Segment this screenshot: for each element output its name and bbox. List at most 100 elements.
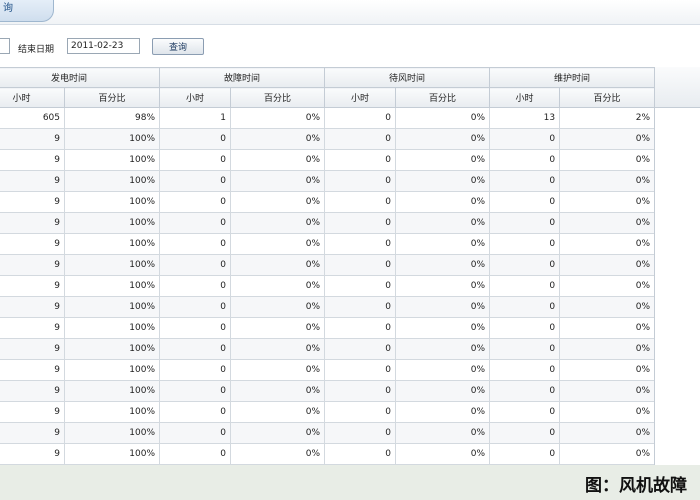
table-row[interactable]: 9100%00%00%00%	[0, 443, 656, 465]
percent-cell: 100%	[63, 191, 161, 213]
hours-cell: 9	[0, 338, 65, 360]
percent-cell: 0%	[395, 233, 491, 255]
percent-cell: 0%	[559, 422, 656, 444]
percent-cell: 100%	[63, 128, 161, 150]
percent-cell: 0%	[395, 254, 491, 276]
hours-cell: 0	[159, 401, 232, 423]
hours-cell: 0	[159, 359, 232, 381]
sub-header: 百分比	[63, 87, 161, 108]
percent-cell: 0%	[395, 380, 491, 402]
trailing-column	[654, 67, 700, 465]
table-row[interactable]: 9100%00%00%00%	[0, 338, 656, 360]
percent-cell: 0%	[395, 443, 491, 465]
hours-cell: 605	[0, 107, 65, 129]
sub-header: 百分比	[230, 87, 326, 108]
hours-cell: 0	[324, 233, 397, 255]
table-row[interactable]: 9100%00%00%00%	[0, 149, 656, 171]
percent-cell: 0%	[230, 191, 326, 213]
table-row[interactable]: 9100%00%00%00%	[0, 191, 656, 213]
hours-cell: 0	[159, 233, 232, 255]
table-row[interactable]: 9100%00%00%00%	[0, 359, 656, 381]
percent-cell: 0%	[395, 317, 491, 339]
percent-cell: 100%	[63, 380, 161, 402]
hours-cell: 0	[324, 380, 397, 402]
percent-cell: 100%	[63, 443, 161, 465]
table-row[interactable]: 9100%00%00%00%	[0, 401, 656, 423]
percent-cell: 0%	[230, 338, 326, 360]
hours-cell: 9	[0, 254, 65, 276]
percent-cell: 0%	[395, 212, 491, 234]
table-row[interactable]: 605 98% 1 0% 0 0% 13 2%	[0, 107, 656, 129]
sub-header-row: 小时 百分比 小时 百分比 小时 百分比 小时 百分比	[0, 87, 656, 108]
hours-cell: 9	[0, 275, 65, 297]
table-row[interactable]: 9100%00%00%00%	[0, 233, 656, 255]
hours-cell: 9	[0, 317, 65, 339]
end-date-input[interactable]	[67, 38, 140, 54]
sub-header: 百分比	[395, 87, 491, 108]
percent-cell: 0%	[559, 170, 656, 192]
hours-cell: 0	[324, 107, 397, 129]
percent-cell: 0%	[559, 443, 656, 465]
query-button[interactable]: 查询	[152, 38, 204, 55]
group-header: 维护时间	[489, 67, 656, 88]
hours-cell: 0	[489, 380, 561, 402]
hours-cell: 9	[0, 422, 65, 444]
percent-cell: 0%	[559, 359, 656, 381]
table-row[interactable]: 9100%00%00%00%	[0, 128, 656, 150]
percent-cell: 98%	[63, 107, 161, 129]
percent-cell: 0%	[230, 212, 326, 234]
table-row[interactable]: 9100%00%00%00%	[0, 422, 656, 444]
start-date-input[interactable]	[0, 38, 10, 54]
percent-cell: 100%	[63, 170, 161, 192]
table-row[interactable]: 9100%00%00%00%	[0, 212, 656, 234]
percent-cell: 2%	[559, 107, 656, 129]
percent-cell: 0%	[395, 275, 491, 297]
percent-cell: 100%	[63, 317, 161, 339]
percent-cell: 0%	[230, 401, 326, 423]
hours-cell: 0	[489, 191, 561, 213]
percent-cell: 0%	[559, 233, 656, 255]
hours-cell: 0	[159, 422, 232, 444]
hours-cell: 9	[0, 191, 65, 213]
percent-cell: 0%	[230, 128, 326, 150]
percent-cell: 0%	[559, 149, 656, 171]
sub-header: 百分比	[559, 87, 656, 108]
table-row[interactable]: 9100%00%00%00%	[0, 170, 656, 192]
hours-cell: 0	[324, 296, 397, 318]
group-header: 发电时间	[0, 67, 161, 88]
hours-cell: 0	[324, 422, 397, 444]
sub-header: 小时	[159, 87, 232, 108]
hours-cell: 0	[324, 212, 397, 234]
percent-cell: 0%	[559, 254, 656, 276]
hours-cell: 0	[489, 170, 561, 192]
hours-cell: 1	[159, 107, 232, 129]
hours-cell: 9	[0, 233, 65, 255]
percent-cell: 100%	[63, 401, 161, 423]
table-row[interactable]: 9100%00%00%00%	[0, 254, 656, 276]
hours-cell: 0	[159, 254, 232, 276]
percent-cell: 100%	[63, 422, 161, 444]
percent-cell: 0%	[395, 401, 491, 423]
percent-cell: 0%	[230, 443, 326, 465]
figure-caption: 图：风机故障	[585, 476, 687, 496]
percent-cell: 0%	[559, 296, 656, 318]
hours-cell: 9	[0, 128, 65, 150]
hours-cell: 0	[324, 317, 397, 339]
hours-cell: 0	[489, 443, 561, 465]
percent-cell: 0%	[395, 191, 491, 213]
percent-cell: 100%	[63, 233, 161, 255]
table-row[interactable]: 9100%00%00%00%	[0, 296, 656, 318]
caption-bar: 图：风机故障	[0, 465, 700, 500]
hours-cell: 0	[159, 317, 232, 339]
table-row[interactable]: 9100%00%00%00%	[0, 275, 656, 297]
percent-cell: 100%	[63, 254, 161, 276]
percent-cell: 0%	[395, 338, 491, 360]
hours-cell: 9	[0, 149, 65, 171]
group-header: 待风时间	[324, 67, 491, 88]
tab-query[interactable]: 询	[0, 0, 54, 22]
percent-cell: 0%	[230, 380, 326, 402]
table-row[interactable]: 9100%00%00%00%	[0, 317, 656, 339]
hours-cell: 0	[324, 401, 397, 423]
hours-cell: 13	[489, 107, 561, 129]
table-row[interactable]: 9100%00%00%00%	[0, 380, 656, 402]
